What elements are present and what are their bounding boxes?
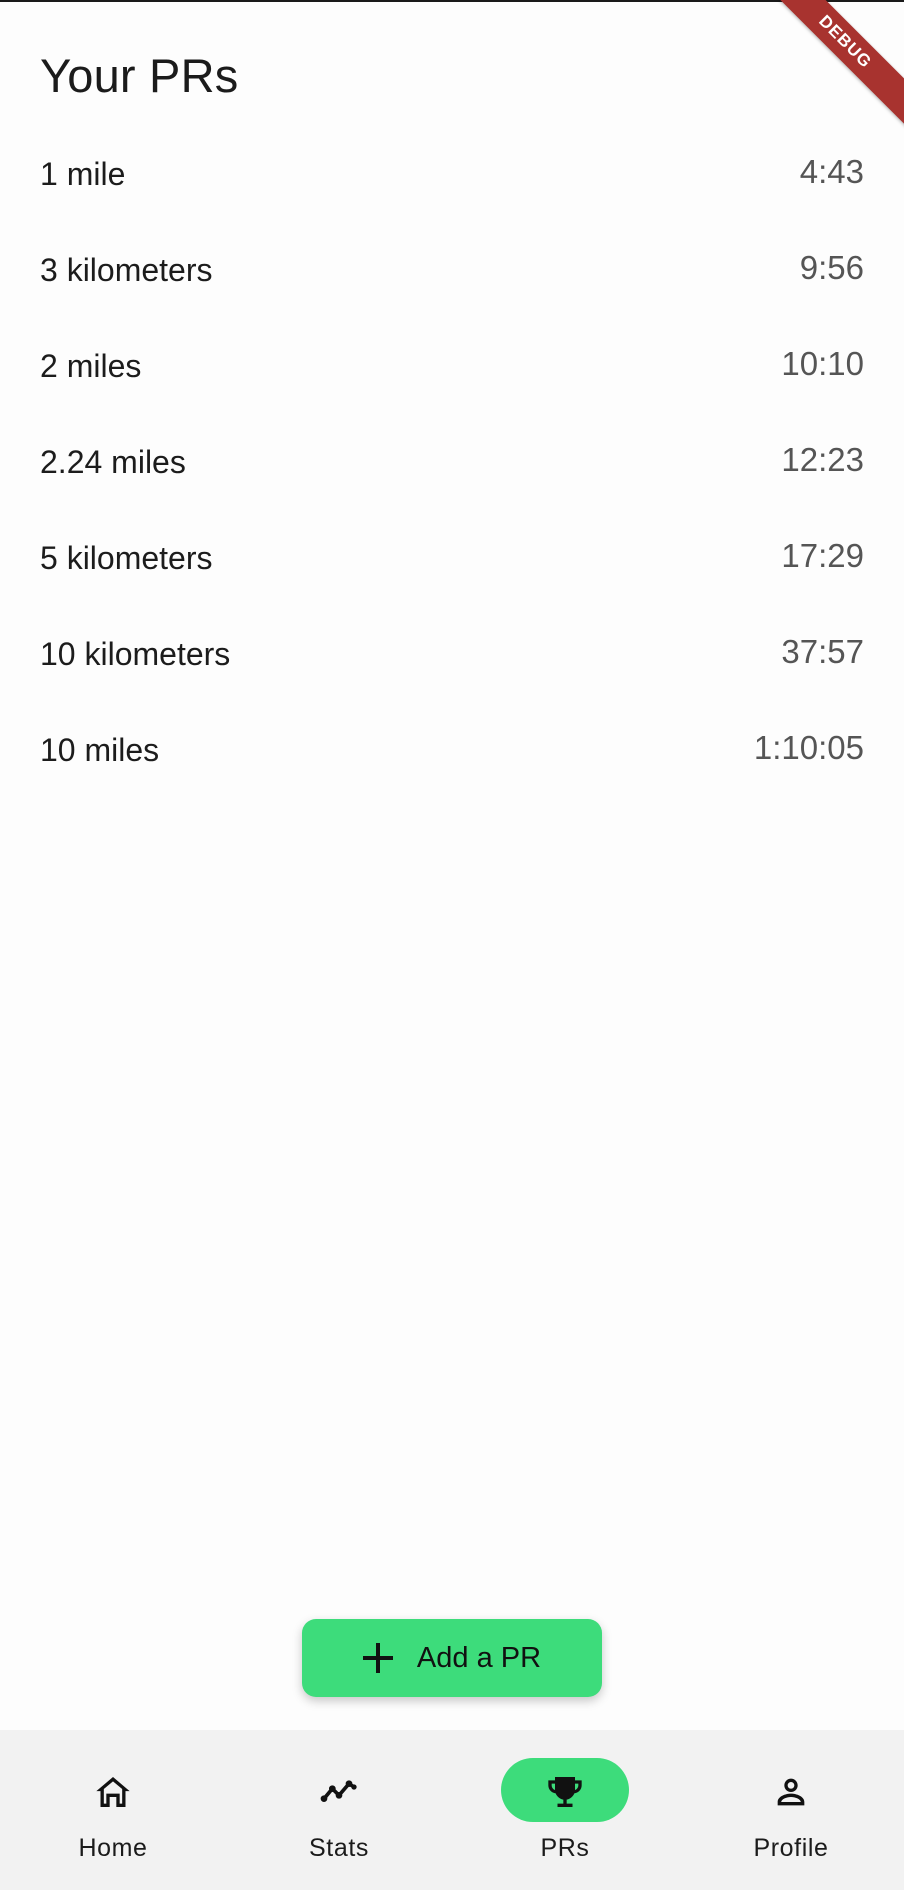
trophy-icon xyxy=(545,1772,585,1812)
pr-row[interactable]: 2 miles 10:10 xyxy=(0,320,904,416)
stats-line-icon xyxy=(319,1772,359,1812)
pr-list: 1 mile 4:43 3 kilometers 9:56 2 miles 10… xyxy=(0,128,904,800)
pr-time: 17:29 xyxy=(781,537,864,574)
debug-banner: DEBUG xyxy=(752,0,904,135)
pr-time: 1:10:05 xyxy=(753,729,864,766)
pr-distance: 2 miles xyxy=(40,348,142,384)
pr-row[interactable]: 10 miles 1:10:05 xyxy=(0,704,904,800)
nav-item-stats[interactable]: Stats xyxy=(226,1730,452,1890)
home-icon xyxy=(93,1772,133,1812)
nav-label-home: Home xyxy=(78,1834,148,1862)
pr-distance: 3 kilometers xyxy=(40,252,213,288)
nav-label-profile: Profile xyxy=(753,1834,829,1862)
pr-distance: 1 mile xyxy=(40,156,126,192)
top-border xyxy=(0,0,904,2)
pr-time: 9:56 xyxy=(799,249,864,286)
pr-distance: 10 kilometers xyxy=(40,636,231,672)
pr-time: 10:10 xyxy=(781,345,864,382)
nav-item-profile[interactable]: Profile xyxy=(678,1730,904,1890)
pr-time: 12:23 xyxy=(781,441,864,478)
nav-label-stats: Stats xyxy=(309,1834,369,1862)
add-pr-label: Add a PR xyxy=(416,1641,542,1674)
pr-row[interactable]: 10 kilometers 37:57 xyxy=(0,608,904,704)
plus-icon xyxy=(362,1643,393,1673)
pr-row[interactable]: 1 mile 4:43 xyxy=(0,128,904,224)
person-icon xyxy=(771,1772,811,1812)
pr-distance: 10 miles xyxy=(40,732,160,768)
pr-time: 4:43 xyxy=(799,153,864,190)
bottom-navigation: Home Stats PRs Profile xyxy=(0,1730,904,1890)
add-pr-button[interactable]: Add a PR xyxy=(302,1619,602,1697)
pr-distance: 5 kilometers xyxy=(40,540,213,576)
pr-row[interactable]: 2.24 miles 12:23 xyxy=(0,416,904,512)
nav-item-home[interactable]: Home xyxy=(0,1730,226,1890)
nav-label-prs: PRs xyxy=(540,1834,590,1862)
pr-row[interactable]: 3 kilometers 9:56 xyxy=(0,224,904,320)
page-title: Your PRs xyxy=(40,49,239,102)
nav-item-prs[interactable]: PRs xyxy=(452,1730,678,1890)
pr-row[interactable]: 5 kilometers 17:29 xyxy=(0,512,904,608)
pr-distance: 2.24 miles xyxy=(40,444,186,480)
pr-time: 37:57 xyxy=(781,633,864,670)
